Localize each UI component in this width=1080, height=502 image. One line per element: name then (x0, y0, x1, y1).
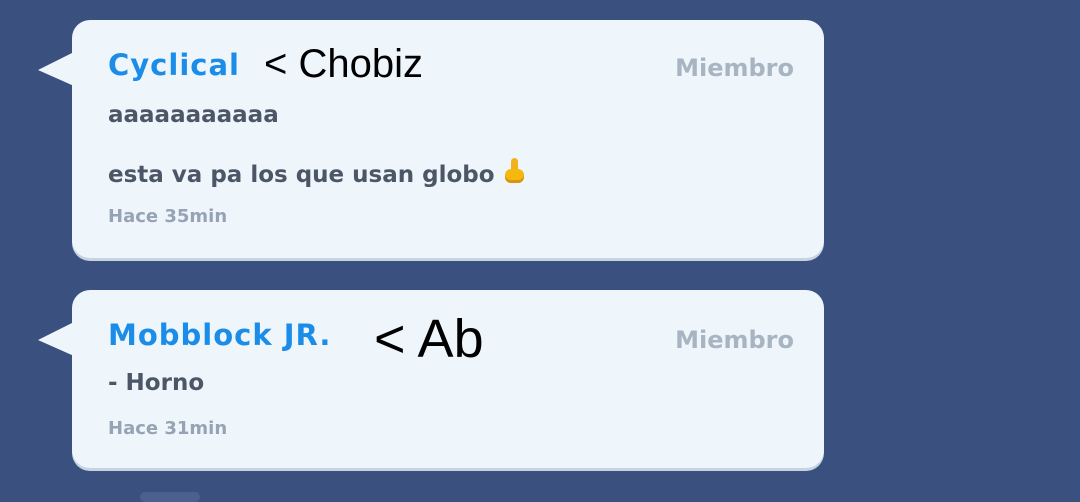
message-text-line: aaaaaaaaaaa (108, 102, 279, 128)
author-role-badge: Miembro (675, 54, 794, 82)
message-author[interactable]: Cyclical (108, 48, 240, 82)
overlay-annotation: < Chobiz (264, 42, 423, 86)
middle-finger-emoji-icon (503, 158, 525, 184)
message-author[interactable]: Mobblock JR. (108, 318, 331, 352)
overlay-annotation: < Ab (374, 309, 484, 369)
next-message-edge (140, 492, 200, 502)
speech-bubble-tail (38, 52, 74, 86)
chat-message[interactable]: Mobblock JR. < Ab Miembro - Horno Hace 3… (38, 290, 824, 468)
message-timestamp: Hace 35min (108, 206, 228, 227)
speech-bubble-tail (38, 322, 74, 356)
author-role-badge: Miembro (675, 326, 794, 354)
message-timestamp: Hace 31min (108, 418, 228, 439)
chat-message[interactable]: Cyclical < Chobiz Miembro aaaaaaaaaaa es… (38, 20, 824, 258)
message-text-line: - Horno (108, 370, 205, 396)
message-text: esta va pa los que usan globo (108, 162, 495, 188)
message-text-line: esta va pa los que usan globo (108, 158, 525, 188)
